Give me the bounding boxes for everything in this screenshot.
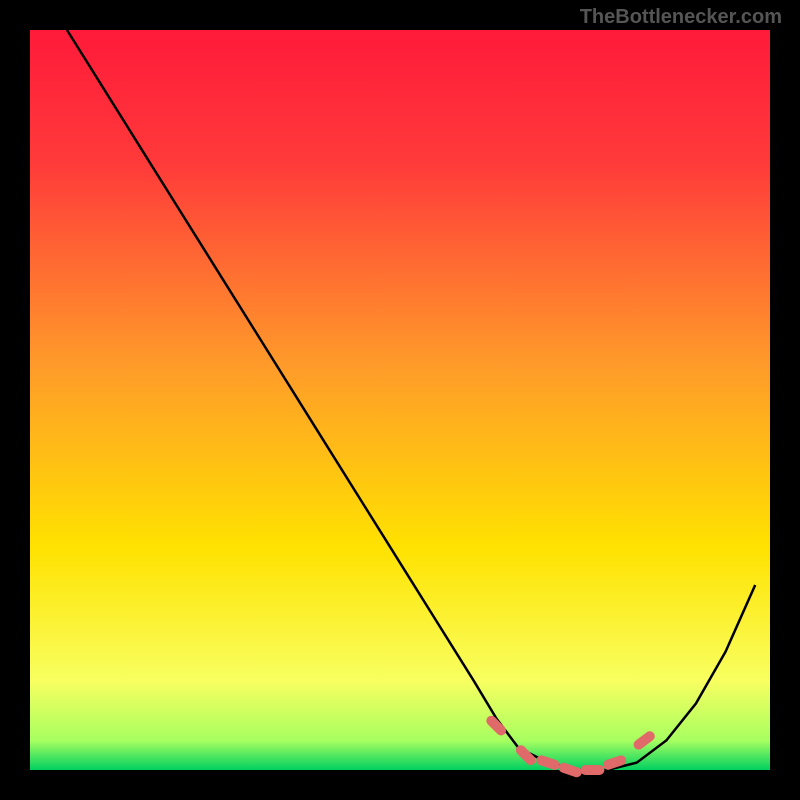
bottleneck-chart	[0, 0, 800, 800]
watermark-text: TheBottlenecker.com	[580, 6, 782, 29]
marker-dot	[608, 760, 621, 764]
marker-dot	[639, 736, 650, 744]
marker-dot	[564, 768, 577, 772]
marker-dot	[541, 760, 554, 764]
chart-container: TheBottlenecker.com	[0, 0, 800, 800]
marker-dot	[521, 750, 531, 760]
plot-background	[30, 30, 770, 770]
marker-dot	[491, 721, 501, 731]
